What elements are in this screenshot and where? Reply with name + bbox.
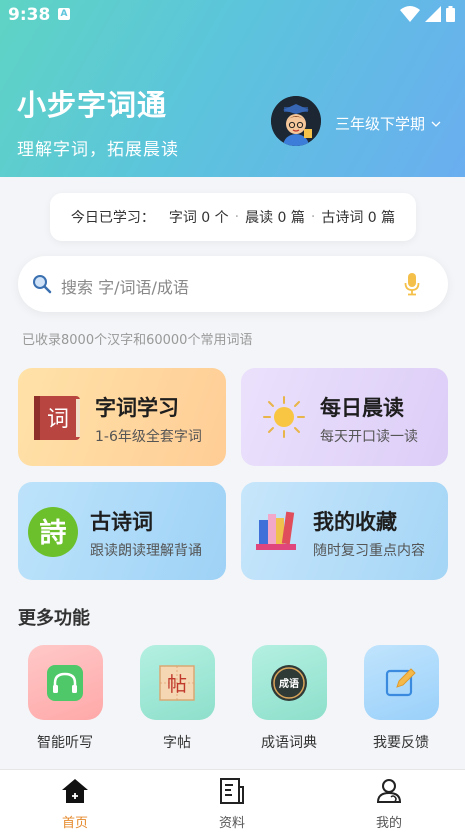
- notification-icon: A: [58, 8, 70, 20]
- grade-selector[interactable]: 三年级下学期: [335, 113, 441, 134]
- card-subtitle: 1-6年级全套字词: [95, 429, 202, 445]
- sun-icon: [263, 396, 305, 438]
- card-title: 字词学习: [95, 396, 179, 420]
- search-input[interactable]: 搜索 字/词语/成语: [61, 274, 189, 298]
- card-subtitle: 跟读朗读理解背诵: [90, 543, 202, 559]
- card-title: 我的收藏: [313, 510, 397, 534]
- tab-label: 我的: [375, 816, 402, 831]
- status-time: 9:38: [8, 5, 51, 25]
- tab-materials[interactable]: 资料: [192, 778, 272, 831]
- card-word-study[interactable]: 词 字词学习 1-6年级全套字词: [18, 368, 226, 466]
- today-poems: 古诗词 0 篇: [321, 210, 396, 226]
- feature-label: 智能听写: [37, 735, 93, 751]
- separator-dot: ·: [234, 209, 240, 225]
- card-title: 每日晨读: [320, 396, 404, 420]
- search-bar[interactable]: 搜索 字/词语/成语: [18, 256, 448, 312]
- student-avatar-icon: [271, 96, 321, 146]
- edit-feedback-icon: [385, 667, 416, 696]
- poem-shi-icon: 詩: [28, 507, 78, 557]
- card-subtitle: 随时复习重点内容: [313, 543, 425, 559]
- tab-label: 首页: [61, 816, 88, 831]
- today-progress-card: 今日已学习： 字词 0 个 · 晨读 0 篇 · 古诗词 0 篇: [50, 193, 416, 241]
- search-icon: [33, 275, 52, 294]
- today-label: 今日已学习：: [70, 210, 155, 226]
- status-bar: 9:38 A: [0, 0, 465, 30]
- feature-label: 字帖: [163, 735, 191, 751]
- copybook-glyph: 帖: [167, 672, 187, 696]
- microphone-icon[interactable]: [404, 272, 420, 296]
- idiom-glyph: 成语: [279, 677, 299, 690]
- tab-profile[interactable]: 我的: [349, 778, 429, 831]
- card-title: 古诗词: [90, 510, 153, 534]
- document-icon: [220, 778, 244, 804]
- bottom-tab-bar: 首页 资料 我的: [0, 769, 465, 832]
- feature-icon-box: [27, 645, 103, 720]
- grade-label: 三年级下学期: [335, 115, 426, 133]
- card-ancient-poems[interactable]: 詩 古诗词 跟读朗读理解背诵: [18, 482, 226, 580]
- battery-icon: [446, 6, 455, 22]
- card-morning-reading[interactable]: 每日晨读 每天开口读一读: [241, 368, 448, 466]
- app-subtitle: 理解字词，拓展晨读: [17, 140, 179, 160]
- feature-label: 成语词典: [261, 735, 317, 751]
- separator-dot: ·: [310, 209, 316, 225]
- feature-idiom-dictionary[interactable]: 成语 成语词典: [244, 645, 334, 752]
- tab-label: 资料: [218, 816, 245, 831]
- card-subtitle: 每天开口读一读: [320, 429, 418, 445]
- home-icon: [62, 779, 88, 803]
- collection-note: 已收录8000个汉字和60000个常用词语: [22, 333, 253, 348]
- headphones-icon: [47, 664, 83, 701]
- feature-dictation[interactable]: 智能听写: [20, 645, 110, 752]
- feature-icon-box: [363, 645, 439, 720]
- tab-home[interactable]: 首页: [35, 778, 115, 831]
- feature-feedback[interactable]: 我要反馈: [356, 645, 446, 752]
- book-ci-icon: 词: [34, 396, 80, 440]
- feature-copybook[interactable]: 帖 字帖: [132, 645, 222, 752]
- signal-icon: [425, 6, 441, 22]
- app-title: 小步字词通: [17, 88, 168, 122]
- books-icon: [256, 511, 296, 550]
- wifi-icon: [400, 6, 420, 22]
- copybook-icon: 帖: [159, 664, 195, 701]
- poem-shi-glyph: 詩: [40, 518, 67, 549]
- feature-label: 我要反馈: [373, 735, 429, 751]
- today-reading: 晨读 0 篇: [245, 210, 305, 226]
- feature-icon-box: 成语: [251, 645, 327, 720]
- feature-icon-box: 帖: [139, 645, 215, 720]
- avatar[interactable]: [271, 96, 321, 146]
- chevron-down-icon: [431, 121, 441, 127]
- book-ci-glyph: 词: [47, 407, 69, 432]
- user-icon: [376, 779, 402, 803]
- card-my-favorites[interactable]: 我的收藏 随时复习重点内容: [241, 482, 448, 580]
- more-features-title: 更多功能: [18, 608, 90, 629]
- idiom-dictionary-icon: 成语: [271, 664, 307, 701]
- today-words: 字词 0 个: [168, 210, 229, 226]
